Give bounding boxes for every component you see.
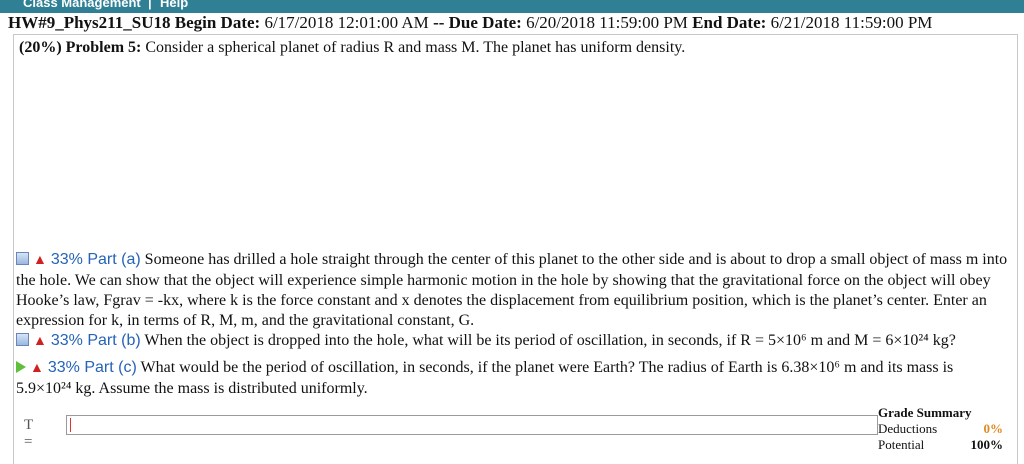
assignment-name: HW#9_Phys211_SU18: [8, 13, 171, 32]
help-link[interactable]: Help: [160, 0, 188, 9]
end-date: 6/21/2018 11:59:00 PM: [770, 13, 933, 32]
problem-panel: (20%) Problem 5: Consider a spherical pl…: [13, 34, 1018, 464]
potential-value: 100%: [970, 437, 1004, 452]
problem-weight: (20%): [19, 39, 62, 56]
dash: --: [433, 13, 445, 32]
part-b[interactable]: ▲ 33% Part (b) When the object is dropped…: [16, 331, 1011, 352]
begin-date: 6/17/2018 12:01:00 AM: [264, 13, 429, 32]
deductions-value: 0%: [983, 421, 1004, 436]
text-caret: [70, 418, 71, 432]
part-c-label[interactable]: 33% Part (c): [48, 359, 137, 376]
part-b-text: When the object is dropped into the hole…: [144, 332, 956, 349]
expand-arrow-icon[interactable]: [16, 361, 26, 373]
class-management-link[interactable]: Class Management: [23, 0, 141, 9]
grade-summary-title: Grade Summary: [878, 405, 972, 420]
warning-icon: ▲: [30, 361, 44, 376]
part-a[interactable]: ▲ 33% Part (a) Someone has drilled a hole…: [16, 250, 1011, 331]
begin-date-label: Begin Date:: [174, 13, 261, 32]
potential-row: Potential 100%: [878, 437, 1003, 453]
warning-icon: ▲: [33, 334, 47, 349]
problem-statement: (20%) Problem 5: Consider a spherical pl…: [19, 39, 685, 57]
part-c-text: What would be the period of oscillation,…: [16, 359, 954, 397]
part-b-label[interactable]: 33% Part (b): [51, 332, 141, 349]
part-a-text: Someone has drilled a hole straight thro…: [16, 251, 1008, 329]
problem-label: Problem 5:: [65, 39, 142, 56]
top-menu-bar: Class Management | Help: [0, 0, 1024, 13]
deductions-label: Deductions: [878, 421, 938, 436]
collapse-icon[interactable]: [16, 252, 29, 265]
answer-input[interactable]: [66, 415, 878, 435]
part-c[interactable]: ▲ 33% Part (c) What would be the period o…: [16, 358, 1011, 399]
potential-label: Potential: [878, 437, 925, 452]
problem-text: Consider a spherical planet of radius R …: [145, 39, 686, 56]
grade-summary: Grade Summary Deductions 0% Potential 10…: [878, 405, 1003, 453]
menu-separator: |: [148, 0, 152, 10]
deductions-row: Deductions 0%: [878, 421, 1003, 437]
part-a-label[interactable]: 33% Part (a): [51, 251, 141, 268]
answer-label: T =: [24, 417, 33, 450]
end-date-label: End Date:: [692, 13, 767, 32]
due-date-label: Due Date:: [448, 13, 522, 32]
due-date: 6/20/2018 11:59:00 PM: [526, 13, 688, 32]
warning-icon: ▲: [33, 253, 47, 268]
assignment-header: HW#9_Phys211_SU18 Begin Date: 6/17/2018 …: [8, 13, 932, 33]
collapse-icon[interactable]: [16, 333, 29, 346]
